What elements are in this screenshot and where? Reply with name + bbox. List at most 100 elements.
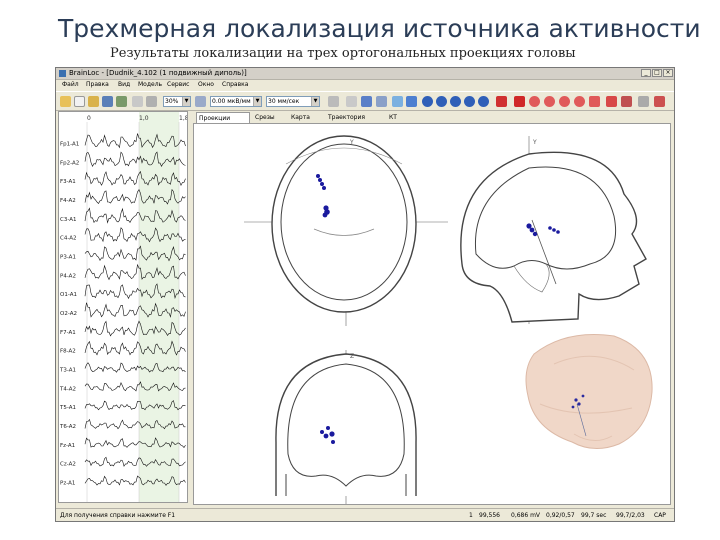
zoom-select[interactable]: 30% ▼ (163, 96, 191, 107)
coronal-axis-label: Z (350, 353, 354, 360)
coronal-projection[interactable]: Z (275, 350, 417, 504)
rotate-right-icon[interactable] (559, 96, 570, 107)
montage-icon[interactable] (132, 96, 143, 107)
app-window: BrainLoc - [Dudnik_4.102 (1 подвижный ди… (55, 67, 675, 522)
filter-icon[interactable] (146, 96, 157, 107)
fit-icon[interactable] (195, 96, 206, 107)
cut-icon[interactable] (346, 96, 357, 107)
tab-trajectory[interactable]: Траектория (326, 112, 386, 123)
exit-icon[interactable] (654, 96, 665, 107)
maximize-button[interactable]: □ (652, 69, 662, 77)
slide-subtitle: Результаты локализации на трех ортогонал… (110, 46, 576, 61)
eeg-channel-label: Fz-A1 (60, 443, 75, 449)
arrow-down-icon[interactable] (406, 96, 417, 107)
tab-map[interactable]: Карта (289, 112, 325, 123)
refresh-icon[interactable] (529, 96, 540, 107)
menu-view[interactable]: Вид (118, 80, 130, 90)
eeg-channel-label: T6-A2 (59, 424, 76, 430)
window-titlebar: BrainLoc - [Dudnik_4.102 (1 подвижный ди… (56, 68, 674, 80)
menu-help[interactable]: Справка (222, 80, 248, 90)
sort-icon[interactable] (392, 96, 403, 107)
tab-label: Траектория (328, 114, 365, 121)
zoom-value: 30% (165, 98, 179, 105)
slide-title: Трехмерная локализация источника активно… (58, 14, 701, 43)
chevron-down-icon: ▼ (253, 97, 261, 106)
eeg-channel-label: Cz-A2 (60, 462, 76, 468)
view-tabs: Проекции Срезы Карта Траектория КТ (196, 112, 666, 123)
head-model-icon[interactable] (589, 96, 600, 107)
status-value-2: 99,556 (479, 512, 500, 519)
menu-window[interactable]: Окно (198, 80, 214, 90)
speed-value: 30 мм/сек (268, 98, 300, 105)
eeg-traces: 0 1,0 1,8 Fp1-A1 Fp2-A2 F3-A1 F4-A2 C3-A1 C4-A2 P… (59, 112, 187, 502)
menu-model[interactable]: Модель (138, 80, 162, 90)
menu-service[interactable]: Сервис (167, 80, 189, 90)
sagittal-projection[interactable]: Y (460, 136, 647, 324)
eeg-channel-label: P4-A2 (60, 273, 76, 279)
new-document-icon[interactable] (74, 96, 85, 107)
status-value-3: 0,686 mV (511, 512, 541, 519)
flag-icon[interactable] (496, 96, 507, 107)
voltage-select[interactable]: 0.00 мкВ/мм ▼ (210, 96, 262, 107)
status-value-5: 99,7 sec (581, 512, 607, 519)
voltage-value: 0.00 мкВ/мм (212, 98, 251, 105)
lock-icon[interactable] (621, 96, 632, 107)
open-folder-icon[interactable] (60, 96, 71, 107)
settings-icon[interactable] (638, 96, 649, 107)
sagittal-axis-label: Y (532, 139, 537, 146)
minimize-button[interactable]: _ (641, 69, 651, 77)
eeg-channel-label: Pz-A1 (60, 481, 75, 487)
tab-ct[interactable]: КТ (387, 112, 417, 123)
eeg-channel-label: F3-A1 (60, 179, 76, 185)
menu-file[interactable]: Файл (62, 80, 79, 90)
status-value-1: 1 (469, 512, 473, 519)
brain-3d-render[interactable] (525, 333, 653, 449)
paste-icon[interactable] (376, 96, 387, 107)
close-button[interactable]: × (663, 69, 673, 77)
axial-projection[interactable]: Y (244, 135, 448, 326)
eeg-channel-label: Fp2-A2 (60, 160, 79, 166)
copy-icon[interactable] (361, 96, 372, 107)
status-help-text: Для получения справки нажмите F1 (60, 512, 176, 519)
speed-select[interactable]: 30 мм/сек ▼ (266, 96, 320, 107)
tab-label: Карта (291, 114, 310, 121)
folder-icon[interactable] (88, 96, 99, 107)
last-icon[interactable] (478, 96, 489, 107)
eeg-panel[interactable]: 0 1,0 1,8 Fp1-A1 Fp2-A2 F3-A1 F4-A2 C3-A1 C4-A2 P… (58, 111, 188, 503)
channels-icon[interactable] (116, 96, 127, 107)
tab-slices[interactable]: Срезы (253, 112, 288, 123)
eeg-channel-label: F8-A2 (60, 349, 76, 355)
eeg-channel-label: C4-A2 (60, 236, 76, 242)
dipole-icon[interactable] (606, 96, 617, 107)
eeg-time-mark: 1,0 (139, 115, 149, 122)
save-icon[interactable] (102, 96, 113, 107)
eeg-channel-label: P3-A1 (60, 254, 76, 260)
chevron-down-icon: ▼ (311, 97, 319, 106)
next-icon[interactable] (464, 96, 475, 107)
tab-label: Срезы (255, 114, 275, 121)
status-value-4: 0,92/0,57 (546, 512, 575, 519)
reset-view-icon[interactable] (574, 96, 585, 107)
first-icon[interactable] (422, 96, 433, 107)
play-icon[interactable] (450, 96, 461, 107)
sigma-icon[interactable] (328, 96, 339, 107)
eeg-channel-label: F7-A1 (60, 330, 76, 336)
eeg-channel-label: F4-A2 (60, 198, 76, 204)
eeg-channel-label: Fp1-A1 (60, 141, 79, 147)
eeg-channel-label: C3-A1 (60, 217, 76, 223)
eeg-channel-label: T4-A2 (59, 386, 76, 392)
projection-view-area[interactable]: Y Y Z (193, 123, 671, 505)
tab-projections[interactable]: Проекции (196, 112, 250, 123)
previous-icon[interactable] (436, 96, 447, 107)
eeg-channel-label: T3-A1 (59, 368, 76, 374)
tab-label: Проекции (199, 115, 231, 122)
eeg-time-mark: 1,8 (179, 115, 187, 122)
eeg-channel-label: O1-A1 (60, 292, 77, 298)
menu-bar: Файл Правка Вид Модель Сервис Окно Справ… (56, 80, 674, 90)
g-icon[interactable] (514, 96, 525, 107)
status-caps: CAP (654, 512, 666, 519)
tab-label: КТ (389, 114, 397, 121)
eeg-channel-label: T5-A1 (59, 405, 76, 411)
menu-edit[interactable]: Правка (86, 80, 109, 90)
rotate-left-icon[interactable] (544, 96, 555, 107)
